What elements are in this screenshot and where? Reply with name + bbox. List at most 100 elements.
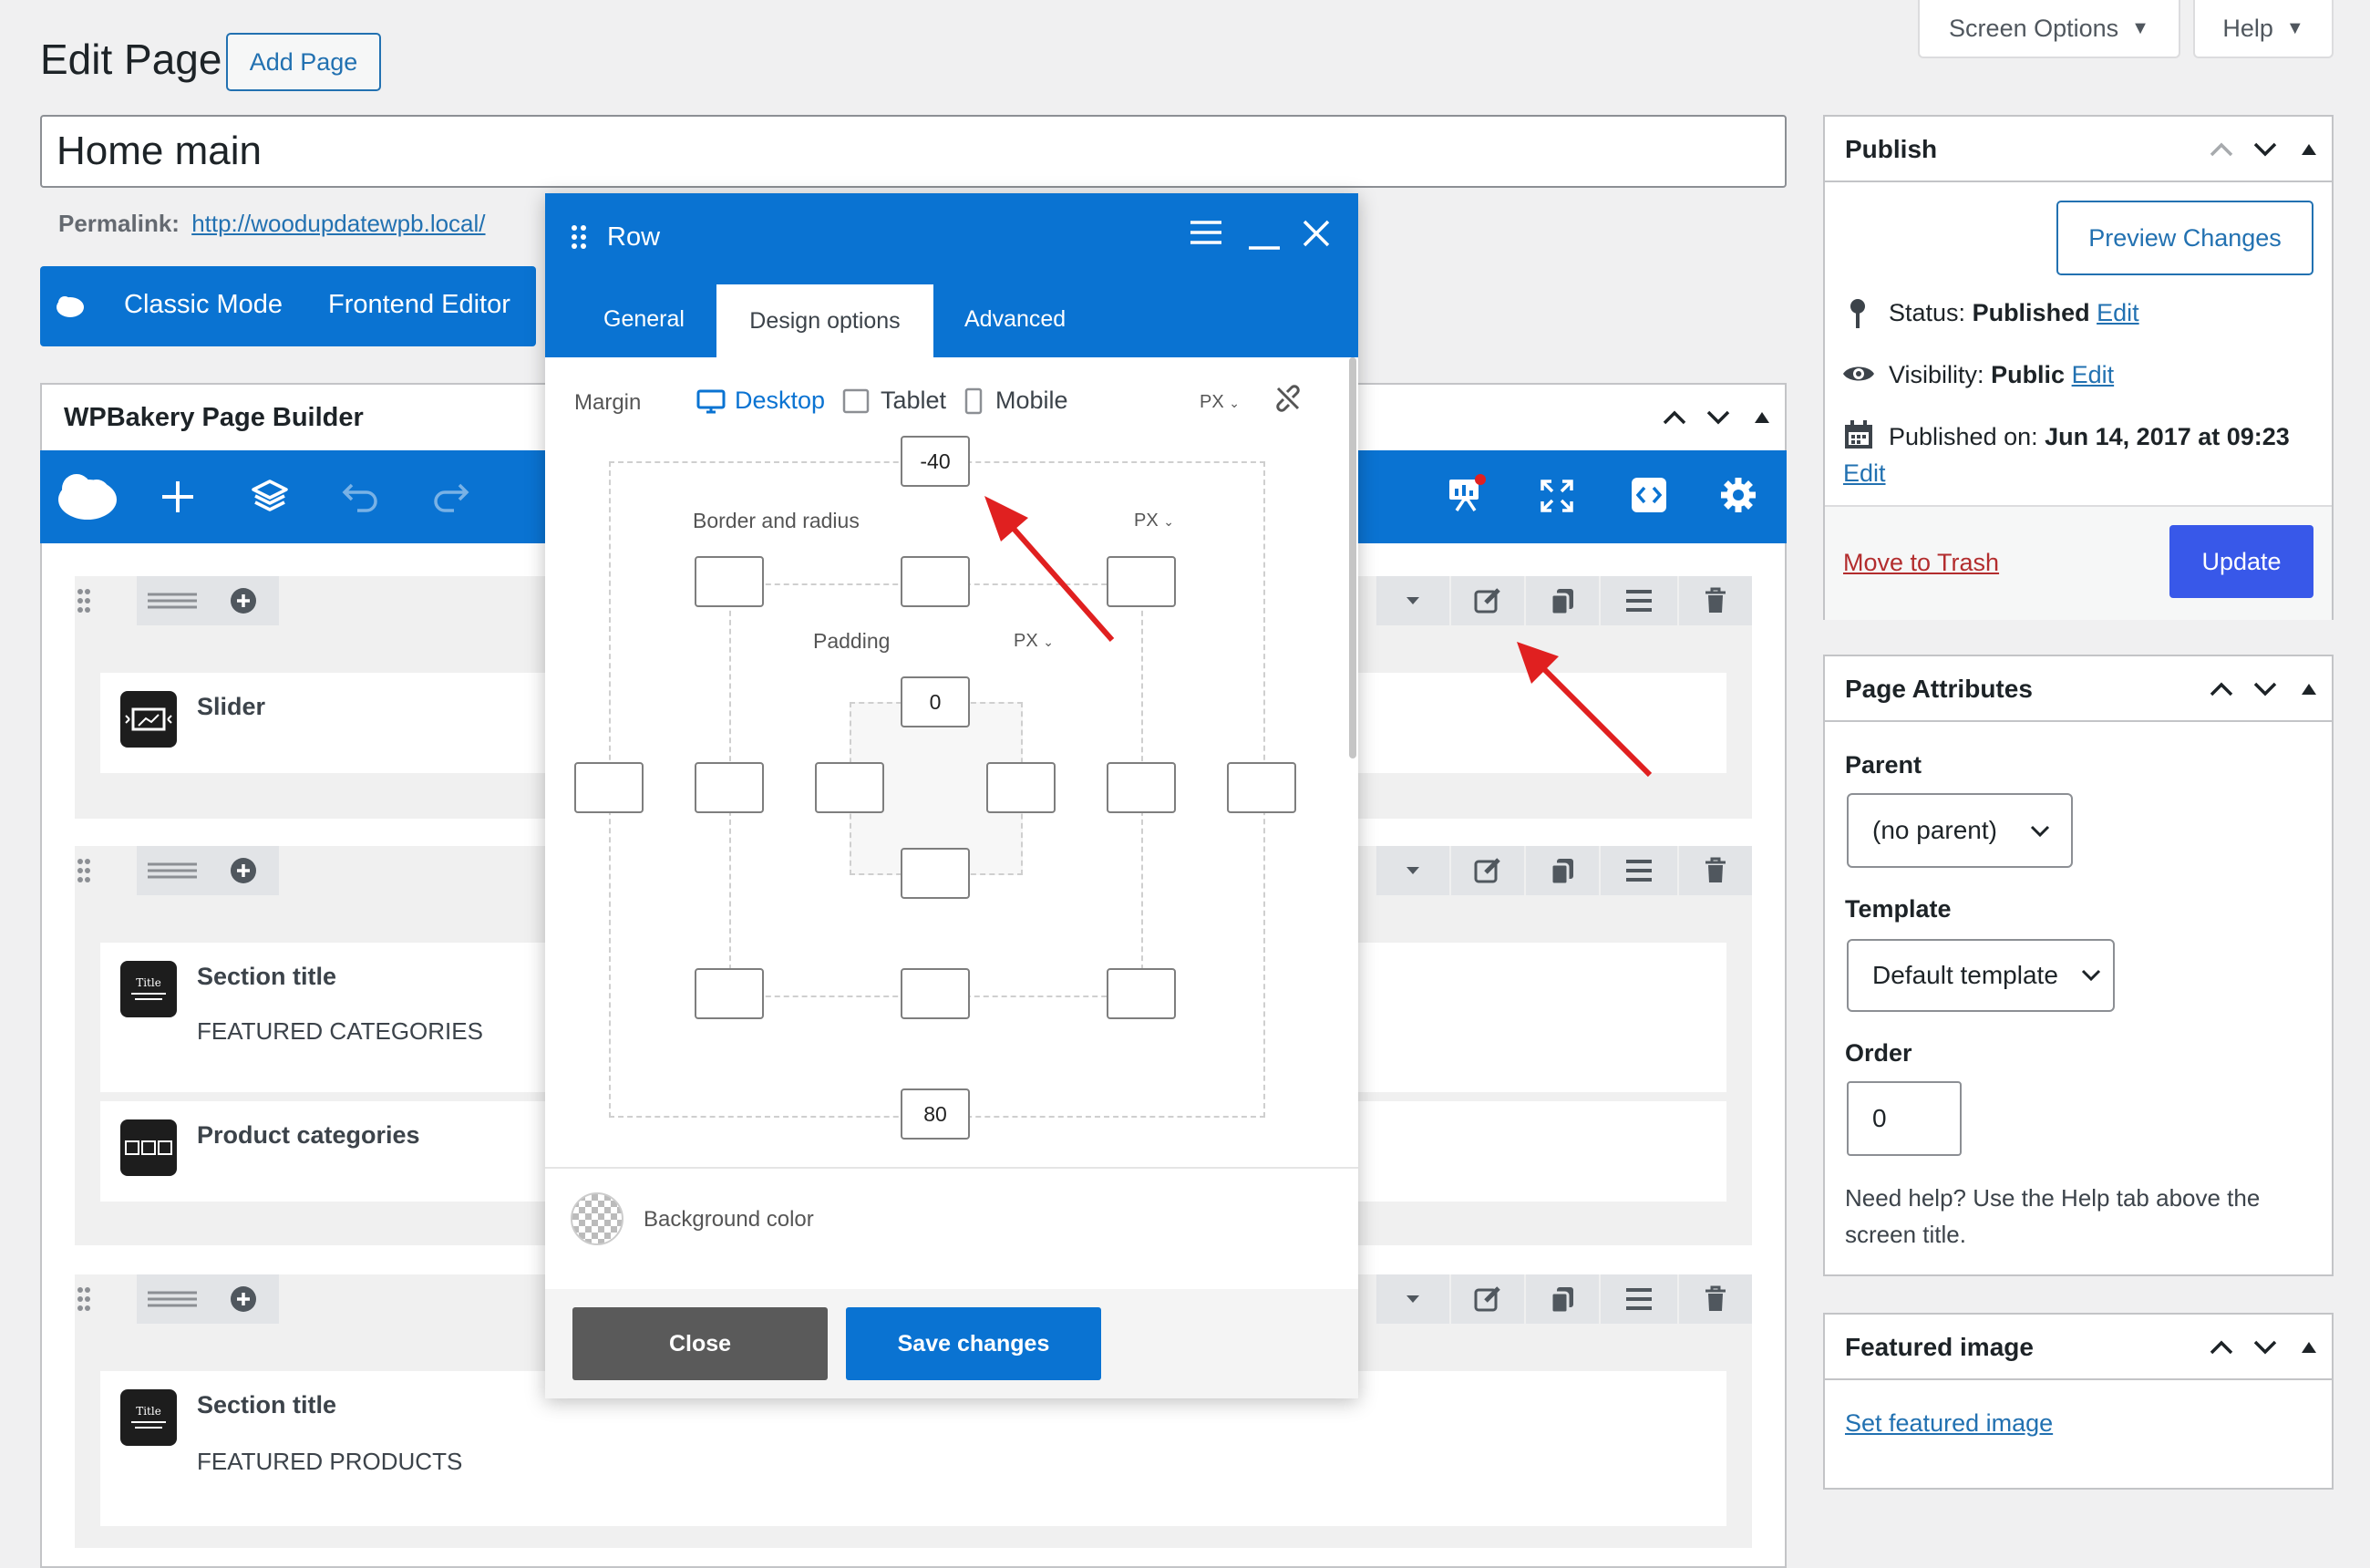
row-edit-icon[interactable] [1451,1274,1524,1324]
panel-move-up-icon[interactable] [1661,407,1688,428]
layers-icon[interactable] [250,476,290,516]
row-delete-icon[interactable] [1679,1274,1752,1324]
undo-icon[interactable] [341,480,379,512]
unlink-icon[interactable] [1274,385,1302,412]
border-bottom-input[interactable] [901,968,970,1019]
row-delete-icon[interactable] [1679,576,1752,625]
margin-unit-select[interactable]: PX ⌄ [1200,392,1240,413]
row-add-icon[interactable] [208,1274,279,1324]
row-add-icon[interactable] [208,846,279,895]
panel-toggle-icon[interactable] [1752,408,1772,427]
visibility-edit-link[interactable]: Edit [2072,361,2115,388]
border-radius-bottom-left-input[interactable] [695,968,764,1019]
padding-bottom-input[interactable] [901,848,970,899]
border-radius-top-left-input[interactable] [695,556,764,607]
publish-header-divider [1825,181,2332,182]
margin-bottom-input[interactable]: 80 [901,1088,970,1140]
add-page-button[interactable]: Add Page [226,33,381,91]
row-clone-icon[interactable] [1526,1274,1599,1324]
order-input[interactable]: 0 [1847,1081,1962,1156]
toggle-panel-icon[interactable] [2299,1338,2319,1357]
row-delete-icon[interactable] [1679,846,1752,895]
row-drag-handle-icon[interactable] [67,576,100,625]
post-title-input[interactable]: Home main [40,115,1787,188]
update-button[interactable]: Update [2169,525,2313,598]
row-layout-icon[interactable] [137,1274,208,1324]
modal-drag-icon[interactable] [571,224,587,250]
preview-changes-button[interactable]: Preview Changes [2056,201,2313,275]
save-changes-button[interactable]: Save changes [846,1307,1101,1380]
move-down-icon[interactable] [2252,678,2279,700]
toggle-panel-icon[interactable] [2299,140,2319,159]
border-left-input[interactable] [695,762,764,813]
modal-close-icon[interactable] [1302,219,1331,248]
wpbakery-logo-icon [55,294,86,319]
device-desktop[interactable]: Desktop [696,387,825,415]
permalink-link[interactable]: http://woodupdatewpb.local/ [191,210,485,237]
move-down-icon[interactable] [2252,1336,2279,1358]
modal-scrollbar[interactable] [1349,357,1356,758]
redo-icon[interactable] [432,480,470,512]
row-add-icon[interactable] [208,576,279,625]
screen-options-button[interactable]: Screen Options ▼ [1918,0,2180,58]
row-drag-handle-icon[interactable] [67,1274,100,1324]
margin-right-input[interactable] [1227,762,1296,813]
classic-mode-button[interactable]: Classic Mode [124,290,283,320]
frontend-editor-button[interactable]: Frontend Editor [328,290,510,320]
row-menu-icon[interactable] [1601,576,1677,625]
row-menu-icon[interactable] [1601,1274,1677,1324]
row-edit-icon[interactable] [1451,576,1524,625]
device-tablet-label: Tablet [881,387,947,414]
row-layout-icon[interactable] [137,846,208,895]
seo-icon[interactable] [1446,474,1486,514]
padding-top-input[interactable]: 0 [901,676,970,727]
set-featured-image-link[interactable]: Set featured image [1845,1409,2053,1438]
row-clone-icon[interactable] [1526,576,1599,625]
move-up-icon[interactable] [2208,139,2235,160]
panel-move-down-icon[interactable] [1705,407,1732,428]
permalink: Permalink: http://woodupdatewpb.local/ [58,210,486,238]
modal-minimize-icon[interactable] [1247,226,1282,252]
status-edit-link[interactable]: Edit [2097,299,2139,326]
add-element-icon[interactable] [159,478,197,516]
row-collapse-icon[interactable] [1376,1274,1449,1324]
tab-design-options-label: Design options [749,307,901,334]
row-layout-icon[interactable] [137,576,208,625]
fullscreen-icon[interactable] [1539,478,1575,514]
row-menu-icon[interactable] [1601,846,1677,895]
border-top-input[interactable] [901,556,970,607]
margin-top-input[interactable]: -40 [901,436,970,487]
published-edit-link[interactable]: Edit [1843,459,1886,488]
code-icon[interactable] [1630,476,1668,514]
row-collapse-icon[interactable] [1376,846,1449,895]
device-tablet[interactable]: Tablet [842,387,946,415]
border-right-input[interactable] [1107,762,1176,813]
modal-close-button[interactable]: Close [572,1307,828,1380]
move-up-icon[interactable] [2208,678,2235,700]
page-attributes-title: Page Attributes [1845,675,2033,703]
move-down-icon[interactable] [2252,139,2279,160]
toggle-panel-icon[interactable] [2299,680,2319,698]
device-mobile[interactable]: Mobile [964,387,1068,415]
template-select[interactable]: Default template [1847,939,2115,1012]
padding-left-input[interactable] [815,762,884,813]
parent-select[interactable]: (no parent) [1847,793,2073,868]
padding-right-input[interactable] [986,762,1056,813]
move-up-icon[interactable] [2208,1336,2235,1358]
row-clone-icon[interactable] [1526,846,1599,895]
row-drag-handle-icon[interactable] [67,846,100,895]
tab-advanced[interactable]: Advanced [964,306,1066,333]
wpbakery-logo-icon[interactable] [57,470,118,521]
border-radius-bottom-right-input[interactable] [1107,968,1176,1019]
help-button[interactable]: Help ▼ [2193,0,2334,58]
row-edit-icon[interactable] [1451,846,1524,895]
tab-design-options[interactable]: Design options [716,284,933,357]
margin-left-input[interactable] [574,762,644,813]
background-color-swatch[interactable] [571,1192,623,1245]
move-to-trash-link[interactable]: Move to Trash [1843,549,1999,577]
settings-gear-icon[interactable] [1719,476,1757,514]
modal-menu-icon[interactable] [1189,219,1223,246]
border-unit-select[interactable]: PX ⌄ [1134,511,1174,531]
tab-general[interactable]: General [603,306,685,333]
row-collapse-icon[interactable] [1376,576,1449,625]
